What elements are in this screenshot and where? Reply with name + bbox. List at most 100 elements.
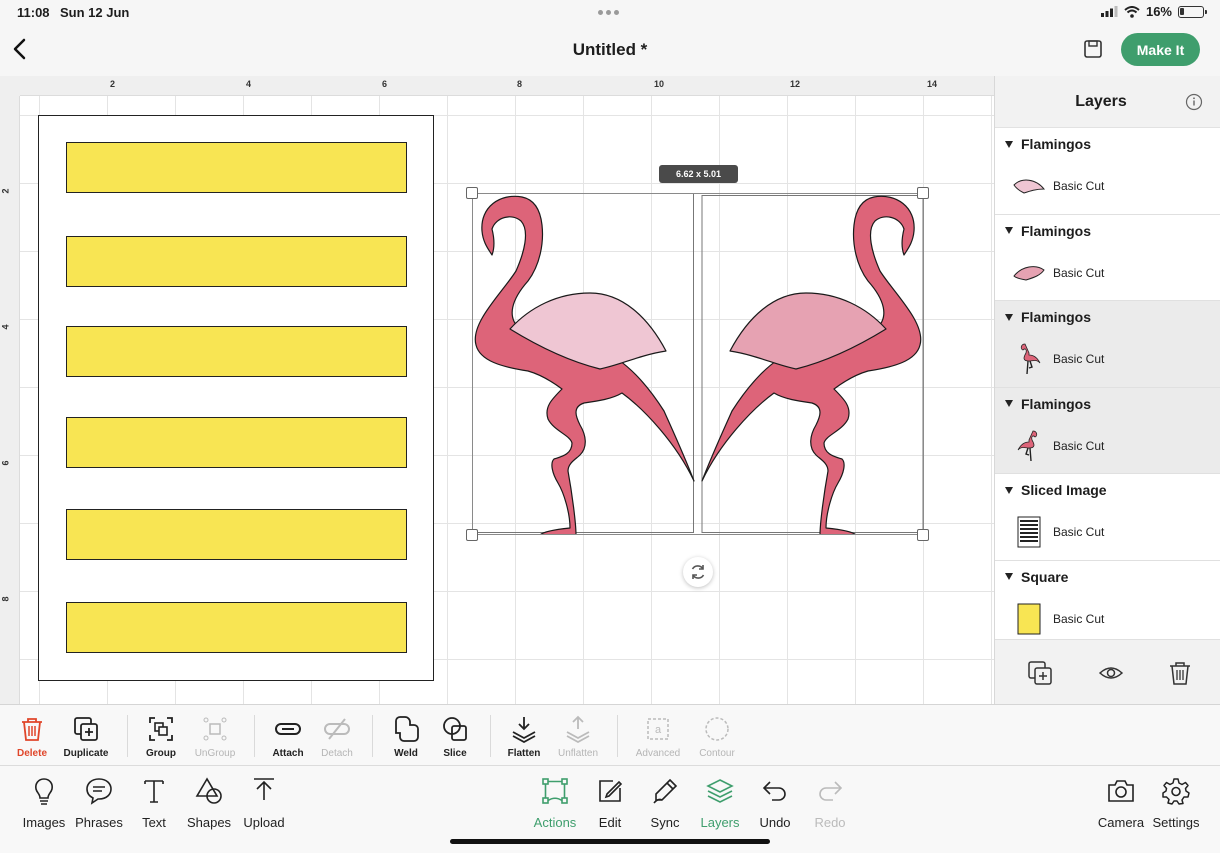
layers-footer — [995, 639, 1220, 704]
expand-triangle-icon[interactable] — [1005, 486, 1013, 494]
detach-icon — [324, 718, 350, 740]
selection-box — [472, 193, 924, 535]
upload-icon — [254, 778, 274, 800]
expand-triangle-icon[interactable] — [1005, 227, 1013, 234]
status-right: 16% — [1100, 4, 1207, 19]
yellow-bar[interactable] — [66, 326, 407, 377]
info-icon[interactable] — [1185, 93, 1203, 111]
layer-group-name: Flamingos — [1021, 222, 1092, 239]
duplicate-button[interactable]: Duplicate — [56, 715, 116, 759]
layer-operation: Basic Cut — [1053, 352, 1105, 366]
delete-layer-trash-icon[interactable] — [1167, 660, 1193, 686]
rotate-button[interactable] — [683, 557, 713, 587]
pink-wing-shape-icon — [1011, 257, 1047, 289]
layers-label: Layers — [700, 815, 740, 830]
contour-label: Contour — [699, 748, 735, 759]
detach-label: Detach — [321, 748, 353, 759]
advanced-icon: a — [647, 718, 669, 740]
group-button[interactable]: Group — [131, 715, 191, 759]
status-date: Sun 12 Jun — [60, 5, 130, 20]
text-icon — [144, 780, 164, 803]
ruler-left: 2 4 6 8 — [0, 96, 20, 704]
battery-icon — [1178, 5, 1207, 18]
slice-button[interactable]: Slice — [425, 715, 485, 759]
gear-icon — [1162, 778, 1190, 805]
multitask-dots-icon[interactable] — [598, 10, 619, 15]
detach-button[interactable]: Detach — [307, 715, 367, 759]
selection-handle-top-left[interactable] — [466, 187, 478, 199]
save-icon[interactable] — [1082, 38, 1104, 60]
layer-group[interactable]: Flamingos Basic Cut — [995, 128, 1220, 215]
expand-triangle-icon[interactable] — [1005, 400, 1013, 407]
ruler-top-tick: 8 — [517, 79, 523, 89]
selection-handle-bottom-right[interactable] — [917, 529, 929, 541]
camera-label: Camera — [1097, 815, 1145, 830]
delete-button[interactable]: Delete — [2, 715, 62, 759]
undo-icon — [762, 781, 786, 801]
flatten-button[interactable]: Flatten — [494, 715, 554, 759]
yellow-bar[interactable] — [66, 236, 407, 287]
make-it-button[interactable]: Make It — [1121, 33, 1200, 66]
layer-operation: Basic Cut — [1053, 265, 1105, 280]
layers-title: Layers — [1075, 93, 1127, 110]
actions-label: Actions — [533, 815, 577, 830]
status-bar: 11:08 Sun 12 Jun 16% — [0, 0, 1220, 24]
advanced-button[interactable]: a Advanced — [628, 715, 688, 759]
images-label: Images — [22, 815, 66, 830]
yellow-bar[interactable] — [66, 142, 407, 193]
layer-operation: Basic Cut — [1053, 438, 1105, 453]
text-label: Text — [142, 815, 166, 830]
layer-group[interactable]: Flamingos Basic Cut — [995, 387, 1220, 474]
edit-label: Edit — [598, 815, 622, 830]
weld-label: Weld — [394, 748, 418, 759]
selection-handle-bottom-left[interactable] — [466, 529, 478, 541]
duplicate-layer-icon[interactable] — [1027, 660, 1053, 686]
settings-label: Settings — [1152, 815, 1200, 830]
ruler-top-tick: 10 — [654, 79, 665, 89]
cellular-signal-icon — [1100, 6, 1118, 17]
sliced-image-mat[interactable] — [38, 115, 434, 681]
toolbar-divider — [617, 715, 618, 757]
yellow-bar[interactable] — [66, 509, 407, 560]
expand-triangle-icon[interactable] — [1005, 313, 1013, 321]
ruler-left-tick: 6 — [0, 460, 11, 466]
layer-group[interactable]: Sliced Image Basic Cut — [995, 474, 1220, 561]
shapes-icon — [195, 777, 222, 804]
settings-button[interactable]: Settings — [1143, 776, 1209, 830]
ungroup-icon — [203, 717, 227, 741]
expand-triangle-icon[interactable] — [1005, 140, 1013, 148]
unflatten-label: Unflatten — [557, 748, 599, 759]
design-canvas[interactable]: 2 4 6 8 10 12 14 2 4 6 8 6.62 x 5.01 — [0, 76, 994, 704]
layer-group-name: Square — [1021, 568, 1069, 585]
layer-group[interactable]: Flamingos Basic Cut — [995, 301, 1220, 388]
app-window: 11:08 Sun 12 Jun 16% Untitled * Make It … — [0, 0, 1220, 853]
home-indicator[interactable] — [450, 839, 770, 844]
visibility-eye-icon[interactable] — [1098, 660, 1124, 686]
ungroup-label: UnGroup — [194, 748, 236, 759]
project-title: Untitled * — [572, 40, 648, 59]
layer-group-name: Flamingos — [1021, 309, 1092, 325]
expand-triangle-icon[interactable] — [1005, 573, 1013, 580]
rotate-icon — [691, 565, 705, 579]
redo-button[interactable]: Redo — [797, 776, 863, 830]
unflatten-button[interactable]: Unflatten — [548, 715, 608, 759]
layer-group[interactable]: Flamingos Basic Cut — [995, 215, 1220, 301]
layer-group[interactable]: Square Basic Cut — [995, 561, 1220, 647]
toolbar-divider — [127, 715, 128, 757]
selection-size-tag: 6.62 x 5.01 — [659, 165, 738, 183]
yellow-bar[interactable] — [66, 602, 407, 653]
pink-wing-shape-icon — [1011, 170, 1047, 202]
ungroup-button[interactable]: UnGroup — [185, 715, 245, 759]
status-time: 11:08 — [17, 5, 50, 20]
yellow-bar[interactable] — [66, 417, 407, 468]
selection-handle-top-right[interactable] — [917, 187, 929, 199]
weld-icon — [395, 716, 419, 742]
ruler-top: 2 4 6 8 10 12 14 — [20, 76, 994, 96]
upload-button[interactable]: Upload — [231, 776, 297, 830]
striped-rectangle-icon — [1011, 516, 1047, 548]
flamingo-shape-icon — [1011, 430, 1047, 462]
speech-bubble-icon — [86, 778, 112, 805]
contour-button[interactable]: Contour — [687, 715, 747, 759]
ruler-top-tick: 4 — [246, 79, 252, 89]
slice-icon — [443, 717, 467, 741]
